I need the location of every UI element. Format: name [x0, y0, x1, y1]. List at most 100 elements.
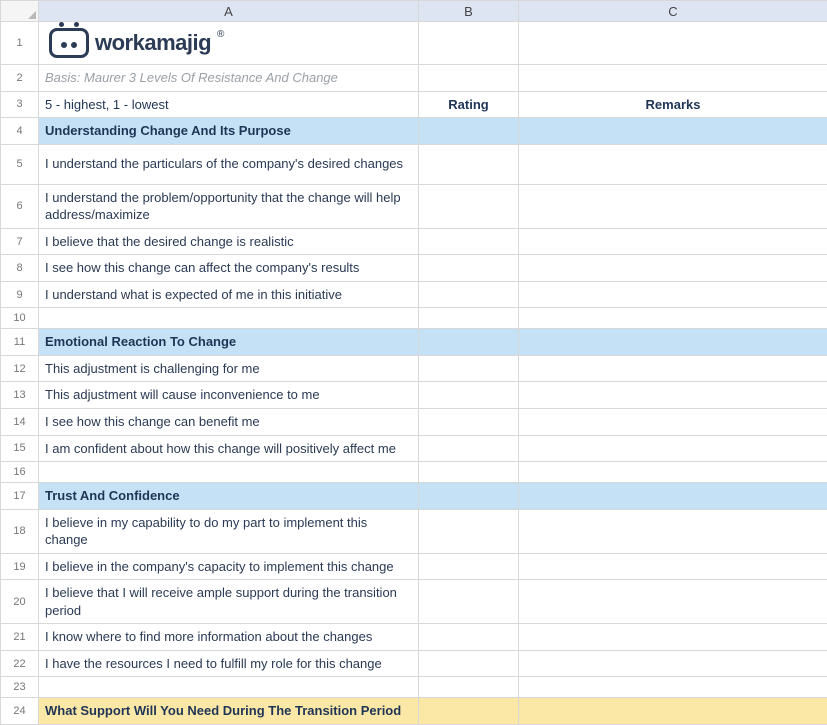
cell-B10[interactable] [419, 308, 519, 329]
question-text[interactable]: I am confident about how this change wil… [39, 435, 419, 462]
rating-cell[interactable] [419, 435, 519, 462]
row-number[interactable]: 11 [1, 329, 39, 356]
row-number[interactable]: 14 [1, 409, 39, 436]
remarks-cell[interactable] [519, 553, 827, 580]
section-understanding-title[interactable]: Understanding Change And Its Purpose [39, 118, 419, 145]
rating-cell[interactable] [419, 184, 519, 228]
cell-C16[interactable] [519, 462, 827, 483]
row-number[interactable]: 20 [1, 580, 39, 624]
column-header-B[interactable]: B [419, 1, 519, 22]
row-number[interactable]: 1 [1, 22, 39, 65]
remarks-cell[interactable] [519, 255, 827, 282]
remarks-cell[interactable] [519, 228, 827, 255]
cell-C4[interactable] [519, 118, 827, 145]
select-all-corner[interactable] [1, 1, 39, 22]
question-text[interactable]: I see how this change can benefit me [39, 409, 419, 436]
remarks-header[interactable]: Remarks [519, 91, 827, 118]
section-trust-title[interactable]: Trust And Confidence [39, 483, 419, 510]
cell-B2[interactable] [419, 65, 519, 92]
question-text[interactable]: I have the resources I need to fulfill m… [39, 650, 419, 677]
cell-A23[interactable] [39, 677, 419, 698]
question-text[interactable]: I understand the particulars of the comp… [39, 144, 419, 184]
rating-cell[interactable] [419, 580, 519, 624]
rating-cell[interactable] [419, 553, 519, 580]
question-text[interactable]: This adjustment is challenging for me [39, 355, 419, 382]
row-number[interactable]: 15 [1, 435, 39, 462]
rating-cell[interactable] [419, 382, 519, 409]
row-number[interactable]: 13 [1, 382, 39, 409]
column-header-A[interactable]: A [39, 1, 419, 22]
basis-text[interactable]: Basis: Maurer 3 Levels Of Resistance And… [39, 65, 419, 92]
cell-B1[interactable] [419, 22, 519, 65]
remarks-cell[interactable] [519, 435, 827, 462]
row-number[interactable]: 5 [1, 144, 39, 184]
remarks-cell[interactable] [519, 580, 827, 624]
question-text[interactable]: I know where to find more information ab… [39, 624, 419, 651]
question-text[interactable]: I believe in my capability to do my part… [39, 509, 419, 553]
remarks-cell[interactable] [519, 382, 827, 409]
row-number[interactable]: 18 [1, 509, 39, 553]
cell-A10[interactable] [39, 308, 419, 329]
row-number[interactable]: 24 [1, 698, 39, 725]
rating-cell[interactable] [419, 281, 519, 308]
cell-A1[interactable]: workamajig® [39, 22, 419, 65]
spreadsheet-grid[interactable]: A B C 1 workamajig® 2 Basis: Maurer 3 Le… [0, 0, 827, 725]
remarks-cell[interactable] [519, 409, 827, 436]
row-number[interactable]: 2 [1, 65, 39, 92]
cell-B4[interactable] [419, 118, 519, 145]
rating-cell[interactable] [419, 255, 519, 282]
rating-cell[interactable] [419, 650, 519, 677]
question-text[interactable]: I believe that I will receive ample supp… [39, 580, 419, 624]
rating-header[interactable]: Rating [419, 91, 519, 118]
cell-C23[interactable] [519, 677, 827, 698]
cell-A16[interactable] [39, 462, 419, 483]
remarks-cell[interactable] [519, 509, 827, 553]
row-number[interactable]: 8 [1, 255, 39, 282]
row-number[interactable]: 10 [1, 308, 39, 329]
row-number[interactable]: 9 [1, 281, 39, 308]
row-number[interactable]: 22 [1, 650, 39, 677]
row-number[interactable]: 23 [1, 677, 39, 698]
rating-cell[interactable] [419, 144, 519, 184]
row-number[interactable]: 4 [1, 118, 39, 145]
cell-B23[interactable] [419, 677, 519, 698]
remarks-cell[interactable] [519, 184, 827, 228]
rating-cell[interactable] [419, 409, 519, 436]
cell-B17[interactable] [419, 483, 519, 510]
row-number[interactable]: 7 [1, 228, 39, 255]
rating-cell[interactable] [419, 355, 519, 382]
row-number[interactable]: 21 [1, 624, 39, 651]
question-text[interactable]: I understand what is expected of me in t… [39, 281, 419, 308]
cell-C1[interactable] [519, 22, 827, 65]
remarks-cell[interactable] [519, 144, 827, 184]
cell-B11[interactable] [419, 329, 519, 356]
cell-C2[interactable] [519, 65, 827, 92]
cell-B24[interactable] [419, 698, 519, 725]
section-support-title[interactable]: What Support Will You Need During The Tr… [39, 698, 419, 725]
remarks-cell[interactable] [519, 650, 827, 677]
row-number[interactable]: 16 [1, 462, 39, 483]
rating-cell[interactable] [419, 624, 519, 651]
remarks-cell[interactable] [519, 281, 827, 308]
cell-B16[interactable] [419, 462, 519, 483]
cell-C17[interactable] [519, 483, 827, 510]
question-text[interactable]: I understand the problem/opportunity tha… [39, 184, 419, 228]
row-number[interactable]: 19 [1, 553, 39, 580]
cell-C24[interactable] [519, 698, 827, 725]
row-number[interactable]: 3 [1, 91, 39, 118]
rating-cell[interactable] [419, 509, 519, 553]
row-number[interactable]: 6 [1, 184, 39, 228]
row-number[interactable]: 17 [1, 483, 39, 510]
question-text[interactable]: I believe that the desired change is rea… [39, 228, 419, 255]
rating-cell[interactable] [419, 228, 519, 255]
column-header-C[interactable]: C [519, 1, 827, 22]
section-emotional-title[interactable]: Emotional Reaction To Change [39, 329, 419, 356]
question-text[interactable]: I see how this change can affect the com… [39, 255, 419, 282]
question-text[interactable]: This adjustment will cause inconvenience… [39, 382, 419, 409]
question-text[interactable]: I believe in the company's capacity to i… [39, 553, 419, 580]
cell-C11[interactable] [519, 329, 827, 356]
row-number[interactable]: 12 [1, 355, 39, 382]
remarks-cell[interactable] [519, 355, 827, 382]
cell-C10[interactable] [519, 308, 827, 329]
scale-text[interactable]: 5 - highest, 1 - lowest [39, 91, 419, 118]
